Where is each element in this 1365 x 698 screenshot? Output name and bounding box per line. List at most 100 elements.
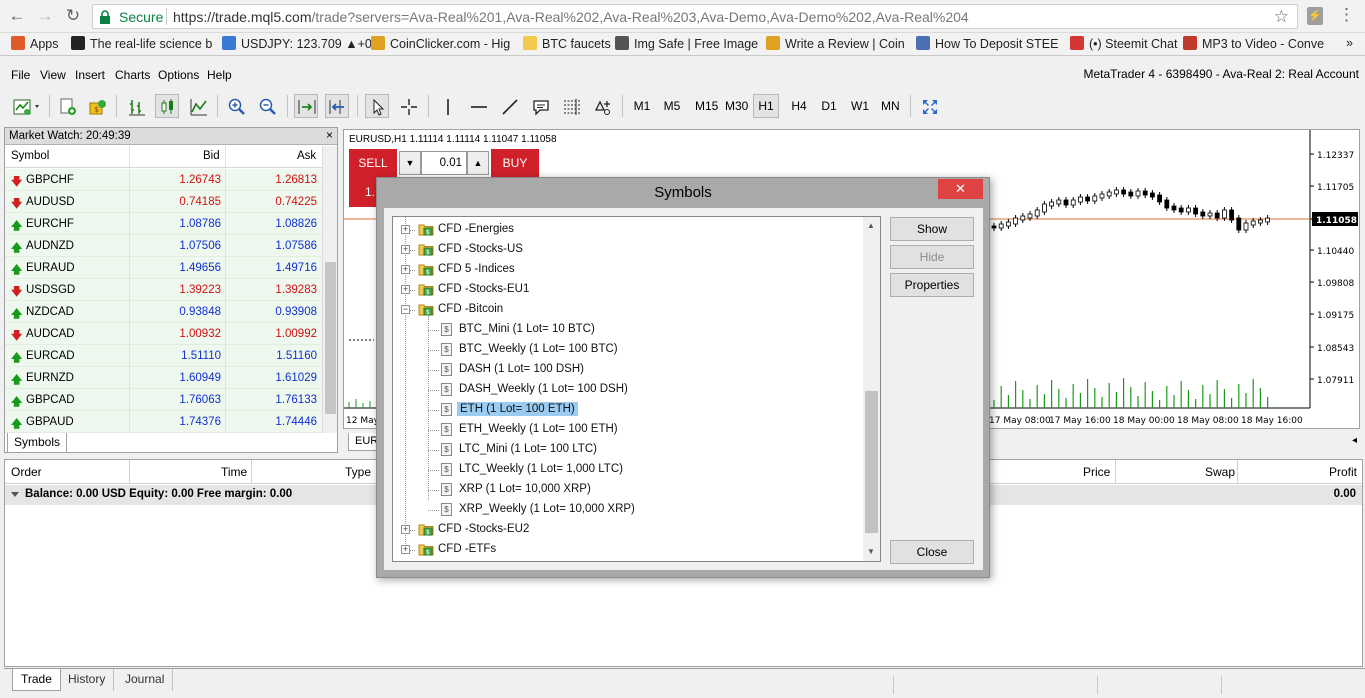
tree-folder[interactable]: + $ CFD -Energies [393,220,863,240]
timeframe-m15[interactable]: M15 [691,94,722,118]
scroll-up-icon[interactable]: ▲ [867,221,875,230]
tree-folder[interactable]: + $ CFD -Stocks-EU1 [393,280,863,300]
bookmark-item[interactable]: CoinClicker.com - Hig [371,36,510,51]
close-button[interactable]: Close [890,540,974,564]
tree-symbol[interactable]: $ ETH_Weekly (1 Lot= 100 ETH) [393,420,863,440]
scrollbar-thumb[interactable] [325,262,336,414]
market-watch-row[interactable]: 🡅 GBPCAD 1.76063 1.76133 [5,389,323,411]
trendline-button[interactable] [497,94,521,118]
profiles-button[interactable] [55,94,79,118]
collapse-icon[interactable] [11,492,19,497]
url-text[interactable]: https://trade.mql5.com/trade?servers=Ava… [173,9,969,25]
back-arrow-icon[interactable]: ← [6,5,28,27]
bookmark-item[interactable]: USDJPY: 123.709 ▲+0 [222,36,372,51]
extension-icon[interactable]: ⚡ [1307,7,1323,25]
tree-symbol[interactable]: $ LTC_Weekly (1 Lot= 1,000 LTC) [393,460,863,480]
timeframe-m5[interactable]: M5 [659,94,685,118]
column-header-price[interactable]: Price [1083,465,1110,479]
cursor-button[interactable] [365,94,389,118]
bookmark-item[interactable]: MP3 to Video - Conve [1183,36,1324,51]
timeframe-m30[interactable]: M30 [721,94,752,118]
column-header-order[interactable]: Order [11,465,42,479]
more-bookmarks-icon[interactable]: » [1346,36,1353,50]
browser-menu-icon[interactable]: ⋮ [1338,5,1355,25]
expand-icon[interactable]: + [401,545,410,554]
address-bar[interactable]: Secure https://trade.mql5.com/trade?serv… [92,4,1298,29]
fullscreen-button[interactable] [917,94,941,118]
indicators-button[interactable] [590,94,614,118]
chart-shift-button[interactable] [325,94,349,118]
dialog-close-icon[interactable]: ✕ [938,179,983,199]
bookmark-item[interactable]: Apps [11,36,59,51]
timeframe-h4[interactable]: H4 [786,94,812,118]
timeframe-m1[interactable]: M1 [629,94,655,118]
expand-icon[interactable]: + [401,245,410,254]
menu-help[interactable]: Help [207,68,232,82]
tree-scrollbar-thumb[interactable] [865,391,878,533]
sell-button[interactable]: SELL [349,149,397,177]
bookmark-item[interactable]: Img Safe | Free Image [615,36,758,51]
expand-icon[interactable]: + [401,525,410,534]
expand-icon[interactable]: + [401,225,410,234]
tree-scrollbar[interactable]: ▲ ▼ [863,217,880,561]
lot-increase-button[interactable]: ▲ [467,151,489,175]
symbols-tree[interactable]: + $ CFD -Energies + $ CFD -Stocks-US + $ CFD 5 -… [392,216,881,562]
reload-icon[interactable]: ↻ [62,5,84,27]
menu-charts[interactable]: Charts [115,68,150,82]
timeframe-h1[interactable]: H1 [753,94,779,118]
menu-view[interactable]: View [40,68,66,82]
lot-size-input[interactable]: 0.01 [421,151,467,175]
properties-button[interactable]: Properties [890,273,974,297]
show-button[interactable]: Show [890,217,974,241]
crosshair-button[interactable] [396,94,420,118]
tree-folder[interactable]: − $ CFD -Bitcoin [393,300,863,320]
tree-symbol[interactable]: $ XRP (1 Lot= 10,000 XRP) [393,480,863,500]
market-watch-row[interactable]: 🡇 AUDUSD 0.74185 0.74225 [5,191,323,213]
tab-trade[interactable]: Trade [12,669,61,691]
bar-chart-button[interactable] [124,94,148,118]
forward-arrow-icon[interactable]: → [34,5,56,27]
bookmark-item[interactable]: How To Deposit STEE [916,36,1058,51]
column-header-bid[interactable]: Bid [203,150,220,162]
tree-symbol[interactable]: $ ETH (1 Lot= 100 ETH) [393,400,863,420]
tree-symbol[interactable]: $ BTC_Weekly (1 Lot= 100 BTC) [393,340,863,360]
market-watch-row[interactable]: 🡅 NZDCAD 0.93848 0.93908 [5,301,323,323]
bookmark-item[interactable]: Write a Review | Coin [766,36,905,51]
tree-symbol[interactable]: $ XRP_Weekly (1 Lot= 10,000 XRP) [393,500,863,520]
expand-icon[interactable]: + [401,265,410,274]
market-watch-row[interactable]: 🡅 EURCAD 1.51110 1.51160 [5,345,323,367]
hide-button[interactable]: Hide [890,245,974,269]
market-watch-row[interactable]: 🡇 USDSGD 1.39223 1.39283 [5,279,323,301]
market-watch-close-icon[interactable]: × [326,128,333,142]
tree-symbol[interactable]: $ BTC_Mini (1 Lot= 10 BTC) [393,320,863,340]
new-chart-button[interactable] [9,94,45,118]
menu-insert[interactable]: Insert [75,68,105,82]
column-header-symbol[interactable]: Symbol [11,150,49,162]
expand-icon[interactable]: + [401,285,410,294]
market-watch-scrollbar[interactable] [322,146,337,433]
lot-decrease-button[interactable]: ▼ [399,151,421,175]
bookmark-item[interactable]: The real-life science b [71,36,212,51]
tree-folder[interactable]: + $ CFD 5 -Indices [393,260,863,280]
chart-tabs-scroll-icon[interactable]: ◂ [1352,435,1357,446]
auto-scroll-button[interactable] [294,94,318,118]
fibonacci-button[interactable] [559,94,583,118]
tab-symbols[interactable]: Symbols [7,433,67,453]
buy-button[interactable]: BUY [491,149,539,177]
vertical-line-button[interactable] [435,94,459,118]
line-chart-button[interactable] [186,94,210,118]
market-watch-row[interactable]: 🡅 AUDNZD 1.07506 1.07586 [5,235,323,257]
tree-symbol[interactable]: $ LTC_Mini (1 Lot= 100 LTC) [393,440,863,460]
tree-folder[interactable]: + $ CFD -Stocks-EU2 [393,520,863,540]
timeframe-mn[interactable]: MN [877,94,904,118]
tree-symbol[interactable]: $ DASH (1 Lot= 100 DSH) [393,360,863,380]
bookmark-item[interactable]: (•) Steemit Chat [1070,36,1177,51]
zoom-out-button[interactable] [255,94,279,118]
text-label-button[interactable] [528,94,552,118]
zoom-in-button[interactable] [224,94,248,118]
tree-folder[interactable]: + $ CFD -ETFs [393,540,863,560]
column-header-ask[interactable]: Ask [297,150,316,162]
bookmark-star-icon[interactable]: ☆ [1274,7,1289,27]
dialog-title-bar[interactable]: Symbols ✕ [377,178,989,208]
column-header-profit[interactable]: Profit [1329,465,1357,479]
